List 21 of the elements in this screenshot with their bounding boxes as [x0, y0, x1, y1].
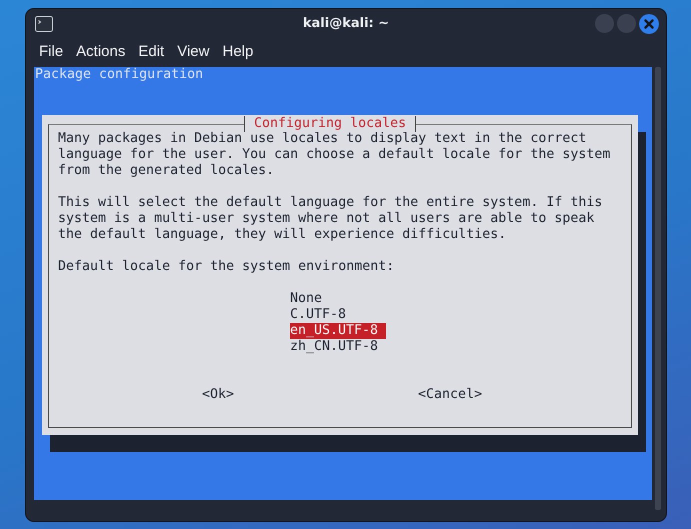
menu-item[interactable]: Edit: [138, 42, 164, 60]
screen-header: Package configuration: [34, 67, 204, 83]
terminal-icon: [35, 16, 53, 32]
locale-option[interactable]: None: [290, 291, 386, 307]
menu-item[interactable]: Actions: [76, 42, 126, 60]
dialog-text: Default locale for the system environment:: [58, 259, 396, 275]
dialog-title: Configuring locales: [244, 116, 416, 132]
locale-option[interactable]: en_US.UTF-8: [290, 323, 386, 339]
dialog-button[interactable]: <Ok>: [202, 387, 234, 403]
dialog-text: This will select the default language for the entire system. If this system is a multi-user system where not all users are able to speak the default language, they will experience difficulties.: [58, 195, 604, 243]
locale-option[interactable]: zh_CN.UTF-8: [290, 339, 386, 355]
scrollbar[interactable]: [655, 67, 661, 510]
menu-item[interactable]: File: [39, 42, 64, 60]
locale-option[interactable]: C.UTF-8: [290, 307, 386, 323]
dialog-button[interactable]: <Cancel>: [418, 387, 482, 403]
minimize-button[interactable]: [595, 14, 614, 32]
menu-item[interactable]: View: [177, 42, 210, 60]
menu-item[interactable]: Help: [222, 42, 254, 60]
close-button[interactable]: [639, 14, 659, 34]
window-title: kali@kali: ~: [302, 16, 390, 31]
dialog-text: Many packages in Debian use locales to display text in the correct language for the user. You can choose a default locale for the system from the generated locales.: [58, 131, 612, 179]
